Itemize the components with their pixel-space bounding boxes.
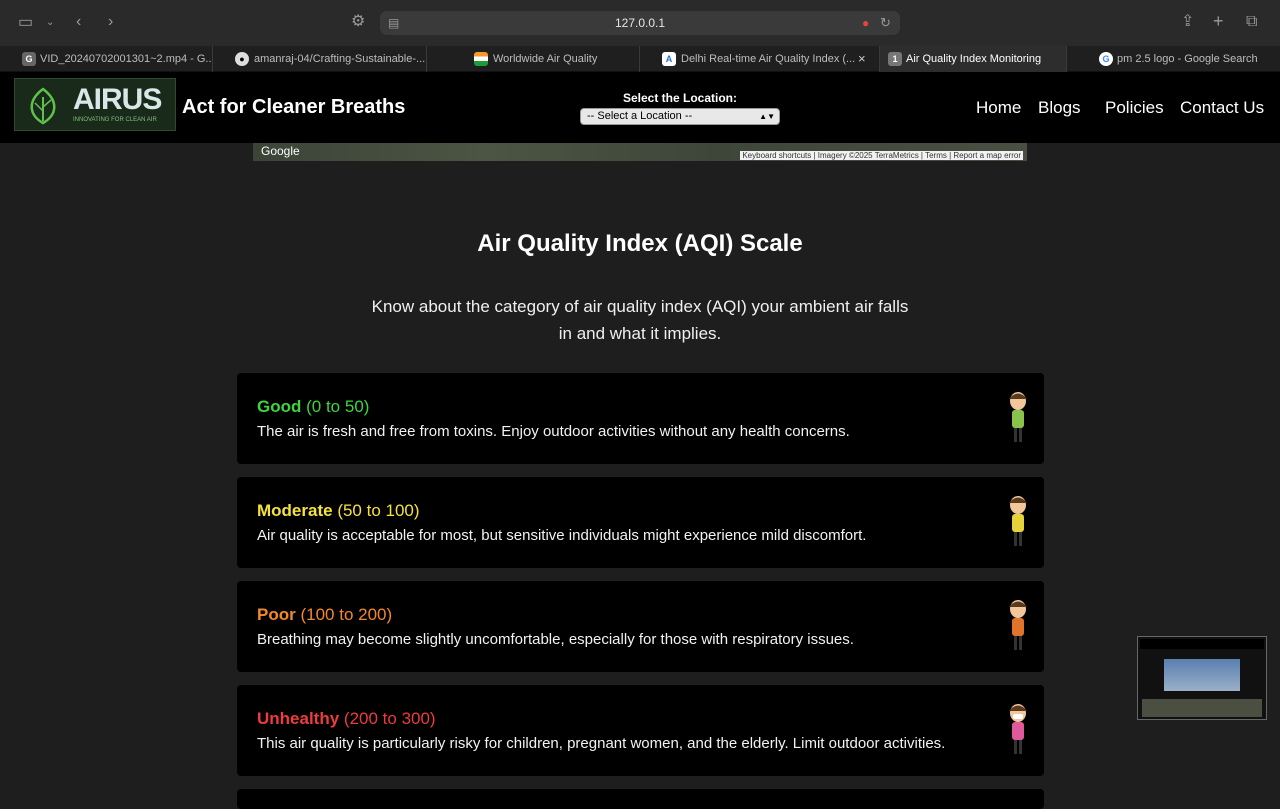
reload-icon[interactable]: ↻ (880, 13, 891, 33)
aqi-category-description: Air quality is acceptable for most, but … (257, 527, 867, 544)
browser-toolbar: ▭ ⌄ ‹ › ⚙ ▤ 127.0.0.1 ● ↻ ⇪ + ⧉ (0, 0, 1280, 46)
tab-label: Delhi Real-time Air Quality Index (... (681, 53, 856, 65)
picture-in-picture-window[interactable] (1137, 636, 1267, 720)
map-link: Imagery ©2025 TerraMetrics (817, 151, 919, 160)
url-text: 127.0.0.1 (614, 16, 666, 30)
aqi-category-name: Poor (257, 605, 296, 624)
number-favicon-icon: 1 (888, 52, 902, 66)
aqi-category-range: (0 to 50) (306, 397, 370, 416)
aqi-card-heading: Moderate (50 to 100) (257, 501, 420, 521)
map-link[interactable]: Keyboard shortcuts (742, 151, 811, 160)
address-bar[interactable]: ▤ 127.0.0.1 ● ↻ (380, 11, 900, 35)
site-brand[interactable]: Act for Cleaner Breaths (182, 96, 405, 119)
aqi-card-heading: Good (0 to 50) (257, 397, 369, 417)
browser-tab[interactable]: Worldwide Air Quality (427, 46, 640, 72)
aqi-category-range: (50 to 100) (337, 501, 420, 520)
location-label: Select the Location: (622, 91, 738, 105)
tab-label: Worldwide Air Quality (493, 53, 598, 65)
sidebar-toggle-icon[interactable]: ▭ (18, 13, 33, 33)
forward-arrow-icon[interactable]: › (108, 12, 113, 32)
aqi-card-moderate: Moderate (50 to 100) Air quality is acce… (237, 477, 1044, 568)
aqi-card-heading: Unhealthy (200 to 300) (257, 709, 436, 729)
back-arrow-icon[interactable]: ‹ (76, 12, 81, 32)
google-favicon-icon: G (1099, 52, 1113, 66)
browser-tab[interactable]: ● amanraj-04/Crafting-Sustainable-... (213, 46, 427, 72)
aqi-category-range: (200 to 300) (343, 709, 436, 728)
logo-wordmark: AIRUS (73, 83, 162, 116)
neutral-person-icon (1009, 496, 1027, 546)
aqi-section-title: Air Quality Index (AQI) Scale (477, 230, 803, 257)
map-view[interactable]: Google Keyboard shortcuts | Imagery ©202… (253, 143, 1027, 161)
nav-policies[interactable]: Policies (1105, 98, 1164, 118)
chevron-down-icon[interactable]: ⌄ (46, 13, 54, 33)
nav-home[interactable]: Home (976, 98, 1021, 118)
close-tab-icon[interactable]: × (858, 49, 866, 69)
settings-gear-icon[interactable]: ⚙ (351, 12, 365, 32)
github-icon: ● (235, 52, 249, 66)
aqi-category-name: Good (257, 397, 302, 416)
tab-label: pm 2.5 logo - Google Search (1117, 53, 1258, 65)
google-map-logo: Google (261, 144, 300, 158)
aqi-category-description: This air quality is particularly risky f… (257, 735, 946, 752)
aqi-card-good: Good (0 to 50) The air is fresh and free… (237, 373, 1044, 464)
aqi-card-poor: Poor (100 to 200) Breathing may become s… (237, 581, 1044, 672)
share-icon[interactable]: ⇪ (1181, 12, 1194, 32)
nav-blogs[interactable]: Blogs (1038, 98, 1081, 118)
leaf-logo-icon (30, 87, 56, 125)
masked-person-icon (1009, 704, 1027, 754)
tab-overview-icon[interactable]: ⧉ (1246, 12, 1257, 32)
pip-map (1142, 699, 1262, 717)
tab-label: VID_20240702001301~2.mp4 - G... (40, 53, 213, 65)
tab-bar: G VID_20240702001301~2.mp4 - G... ● aman… (0, 46, 1280, 72)
aqi-category-range: (100 to 200) (300, 605, 393, 624)
site-header: AIRUS INNOVATING FOR CLEAN AIR Act for C… (0, 72, 1280, 143)
aqi-category-name: Moderate (257, 501, 333, 520)
pip-header (1140, 639, 1264, 649)
aqi-favicon-icon: A (662, 52, 676, 66)
pip-weather-panel (1164, 659, 1240, 691)
browser-tab-active[interactable]: 1 Air Quality Index Monitoring (880, 46, 1067, 72)
aqi-category-description: Breathing may become slightly uncomforta… (257, 631, 854, 648)
g-favicon-icon: G (22, 52, 36, 66)
browser-tab[interactable]: G pm 2.5 logo - Google Search (1067, 46, 1280, 72)
flag-favicon-icon (474, 52, 488, 66)
browser-tab[interactable]: A Delhi Real-time Air Quality Index (...… (640, 46, 880, 72)
browser-tab[interactable]: G VID_20240702001301~2.mp4 - G... (0, 46, 213, 72)
map-link[interactable]: Report a map error (953, 151, 1021, 160)
select-caret-icon: ▲▼ (759, 112, 775, 121)
microphone-icon[interactable]: ● (862, 13, 869, 33)
logo-tagline: INNOVATING FOR CLEAN AIR (73, 117, 157, 123)
map-attribution-links: Keyboard shortcuts | Imagery ©2025 Terra… (740, 151, 1023, 160)
tab-label: Air Quality Index Monitoring (906, 53, 1042, 65)
new-tab-icon[interactable]: + (1213, 11, 1224, 31)
aqi-category-name: Unhealthy (257, 709, 340, 728)
happy-person-icon (1009, 392, 1027, 442)
nav-contact-us[interactable]: Contact Us (1180, 98, 1264, 118)
airus-logo[interactable]: AIRUS INNOVATING FOR CLEAN AIR (14, 78, 176, 131)
map-link[interactable]: Terms (925, 151, 947, 160)
aqi-card-heading: Poor (100 to 200) (257, 605, 392, 625)
aqi-card-unhealthy: Unhealthy (200 to 300) This air quality … (237, 685, 1044, 776)
aqi-section-subtitle: Know about the category of air quality i… (371, 297, 909, 343)
tab-label: amanraj-04/Crafting-Sustainable-... (254, 53, 426, 65)
location-select[interactable]: -- Select a Location -- ▲▼ (580, 108, 780, 125)
location-select-value: -- Select a Location -- (587, 110, 693, 122)
coughing-person-icon (1009, 600, 1027, 650)
aqi-category-description: The air is fresh and free from toxins. E… (257, 423, 850, 440)
aqi-card-next (237, 789, 1044, 809)
